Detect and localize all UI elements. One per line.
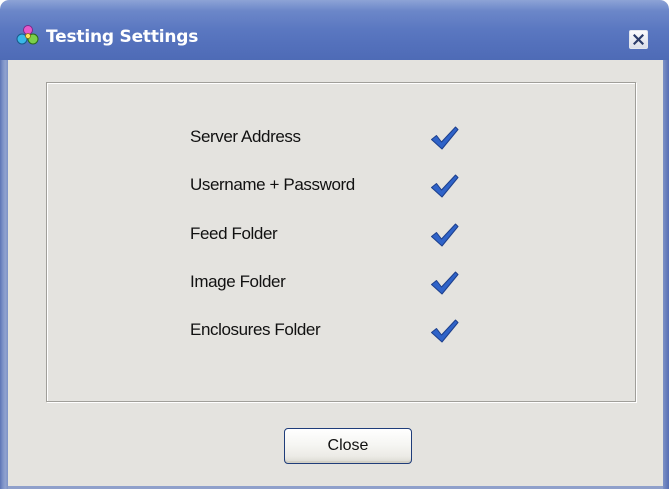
title-close-button[interactable] xyxy=(629,30,648,49)
window-title: Testing Settings xyxy=(46,27,199,47)
check-label: Server Address xyxy=(190,127,301,146)
checkmark-icon xyxy=(430,222,460,248)
check-row-enclosures-folder: Enclosures Folder xyxy=(190,318,480,344)
check-label: Image Folder xyxy=(190,272,286,291)
close-icon xyxy=(633,34,644,45)
app-icon xyxy=(16,24,40,46)
title-bar[interactable]: Testing Settings xyxy=(0,0,669,60)
check-label: Enclosures Folder xyxy=(190,320,321,339)
check-label: Username + Password xyxy=(190,175,355,194)
check-row-feed-folder: Feed Folder xyxy=(190,222,480,248)
close-button[interactable]: Close xyxy=(284,428,412,464)
window-frame-left xyxy=(0,60,8,489)
checkmark-icon xyxy=(430,125,460,151)
checkmark-icon xyxy=(430,318,460,344)
window-frame-right xyxy=(663,60,669,489)
check-row-server-address: Server Address xyxy=(190,125,480,151)
check-row-image-folder: Image Folder xyxy=(190,270,480,296)
checkmark-icon xyxy=(430,270,460,296)
check-label: Feed Folder xyxy=(190,224,278,243)
testing-settings-dialog: Testing Settings Server Address Username… xyxy=(0,0,669,489)
check-row-username-password: Username + Password xyxy=(190,173,480,199)
checkmark-icon xyxy=(430,173,460,199)
